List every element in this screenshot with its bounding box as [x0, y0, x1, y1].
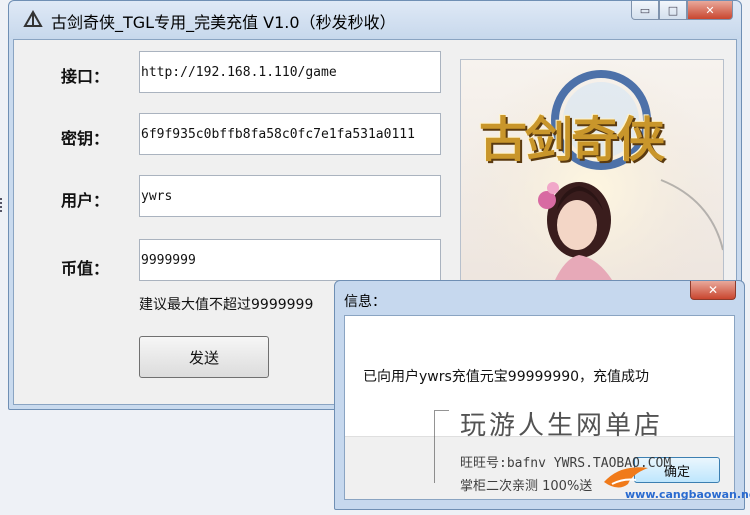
- dialog-title: 信息：: [344, 294, 386, 310]
- maximize-icon: □: [667, 3, 679, 17]
- ok-button[interactable]: 确定: [634, 457, 720, 483]
- window-title: 古剑奇侠_TGL专用_完美充值 V1.0（秒发秒收）: [51, 13, 396, 32]
- dialog-footer: 确定: [345, 436, 734, 499]
- window-controls: ▭ □ ✕: [631, 1, 733, 21]
- interface-label: 接口：: [61, 67, 110, 86]
- send-label: 发送: [188, 348, 219, 367]
- key-input[interactable]: 6f9f935c0bffb8fa58c0fc7e1fa531a0111: [139, 113, 441, 155]
- banner-logo: 古剑奇侠: [479, 112, 665, 168]
- dialog-message: 已向用户ywrs充值元宝99999990，充值成功: [363, 369, 650, 385]
- ok-label: 确定: [663, 464, 690, 480]
- key-label: 密钥：: [61, 129, 110, 148]
- info-dialog: 信息： ✕ 已向用户ywrs充值元宝99999990，充值成功 确定: [334, 280, 745, 510]
- desktop-edge: [0, 198, 6, 212]
- close-icon: ✕: [707, 283, 719, 297]
- amount-input[interactable]: 9999999: [139, 239, 441, 281]
- amount-label: 币值：: [61, 259, 110, 278]
- send-button[interactable]: 发送: [139, 336, 269, 378]
- interface-input[interactable]: http://192.168.1.110/game: [139, 51, 441, 93]
- user-label: 用户：: [61, 191, 110, 210]
- minimize-button[interactable]: ▭: [631, 1, 659, 20]
- minimize-icon: ▭: [639, 3, 651, 17]
- amount-hint: 建议最大值不超过9999999: [139, 297, 314, 313]
- close-icon: ✕: [705, 3, 715, 17]
- user-input[interactable]: ywrs: [139, 175, 441, 217]
- dialog-body: 已向用户ywrs充值元宝99999990，充值成功 确定: [344, 315, 735, 500]
- dialog-close-button[interactable]: ✕: [690, 281, 736, 300]
- close-button[interactable]: ✕: [687, 1, 733, 20]
- title-bar[interactable]: 古剑奇侠_TGL专用_完美充值 V1.0（秒发秒收） ▭ □ ✕: [9, 1, 741, 39]
- app-icon: [23, 10, 43, 27]
- maximize-button[interactable]: □: [659, 1, 687, 20]
